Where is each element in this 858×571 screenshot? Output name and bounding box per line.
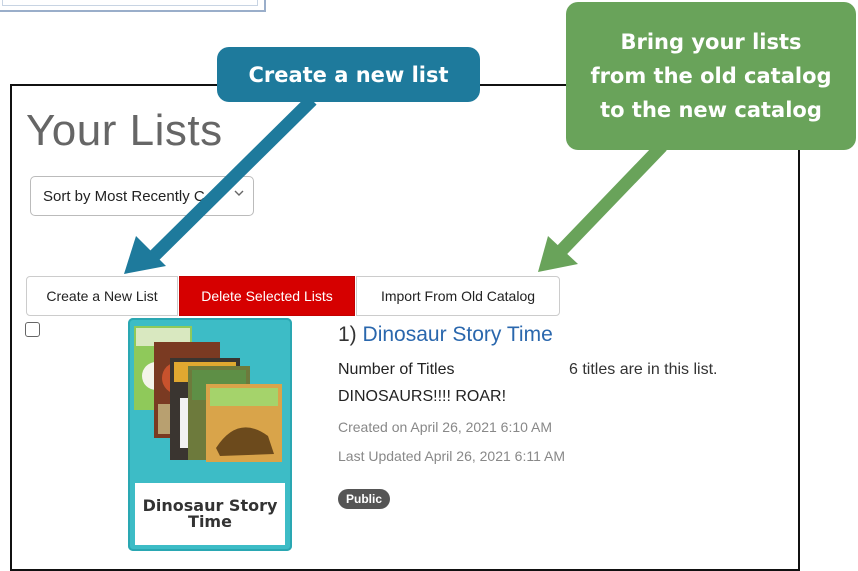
list-select-checkbox[interactable] (25, 322, 40, 337)
number-of-titles-value: 6 titles are in this list. (569, 361, 718, 378)
created-date: Created on April 26, 2021 6:10 AM (338, 419, 553, 435)
list-description: DINOSAURS!!!! ROAR! (338, 388, 507, 405)
list-number: 1) (338, 323, 357, 346)
number-of-titles-label: Number of Titles (338, 361, 455, 378)
list-title: 1) Dinosaur Story Time (338, 323, 553, 347)
public-badge: Public (338, 489, 391, 509)
page-title: Your Lists (26, 106, 223, 155)
callout-create-list: Create a new list (217, 47, 480, 102)
sort-select[interactable]: Sort by Most Recently C (30, 176, 254, 216)
callout-import-line-3: to the new catalog (600, 98, 822, 122)
book-cover-collage (134, 326, 282, 462)
updated-date: Last Updated April 26, 2021 6:11 AM (338, 448, 566, 464)
list-title-link[interactable]: Dinosaur Story Time (363, 323, 553, 346)
sort-select-value: Sort by Most Recently C (43, 188, 205, 205)
list-cover[interactable]: Dinosaur Story Time (128, 318, 292, 551)
callout-import-lists: Bring your lists from the old catalog to… (566, 2, 856, 150)
create-new-list-button[interactable]: Create a New List (26, 276, 178, 316)
import-from-old-catalog-button[interactable]: Import From Old Catalog (356, 276, 560, 316)
delete-selected-lists-button[interactable]: Delete Selected Lists (179, 276, 355, 316)
chevron-down-icon (234, 190, 244, 196)
callout-import-line-2: from the old catalog (590, 64, 832, 88)
cover-caption: Dinosaur Story Time (135, 483, 285, 545)
top-search-box-edge (0, 0, 266, 12)
callout-import-line-1: Bring your lists (620, 30, 802, 54)
